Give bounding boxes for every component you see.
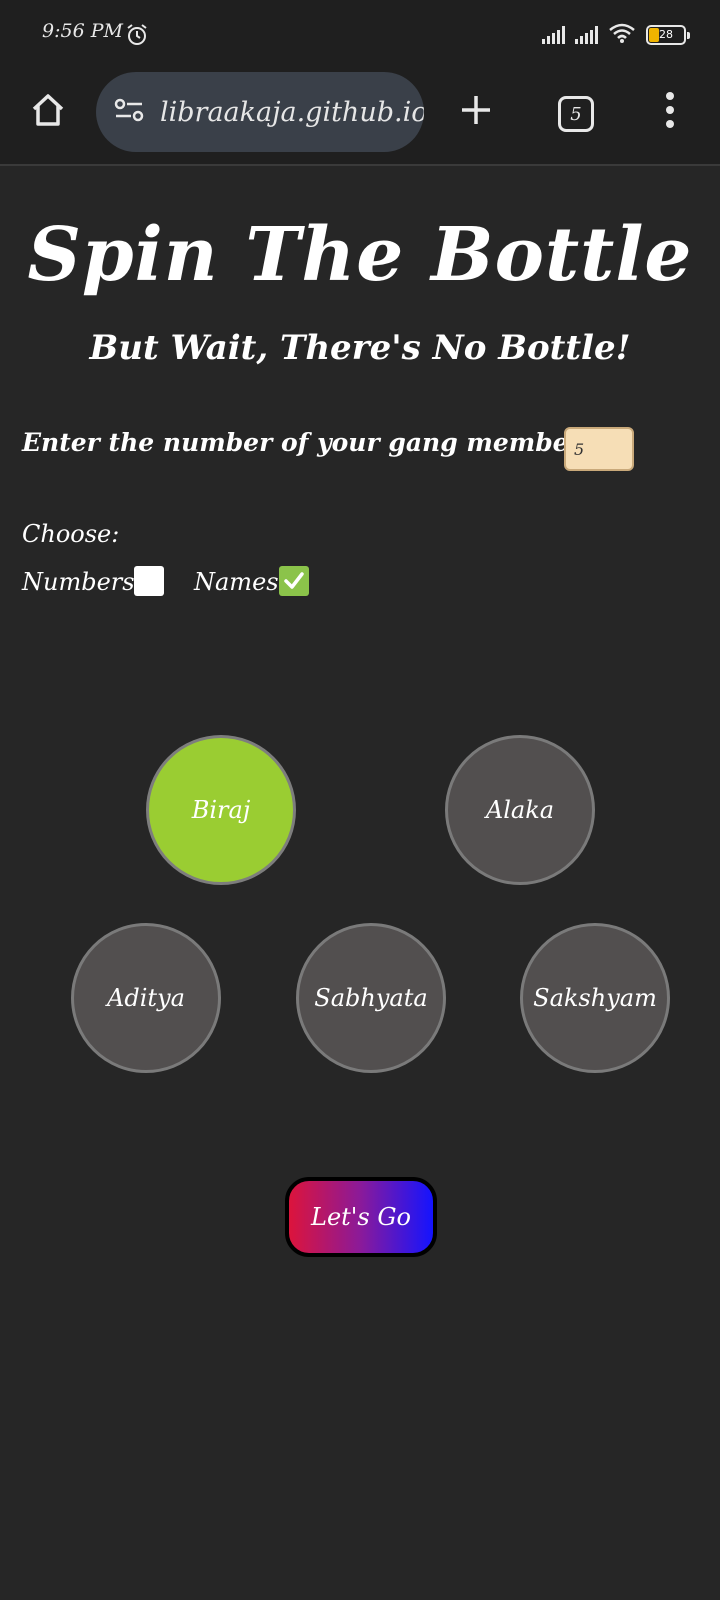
status-time: 9:56 PM [42, 20, 123, 42]
home-icon[interactable] [24, 86, 72, 134]
battery-level: 28 [659, 28, 673, 41]
numbers-checkbox[interactable] [134, 566, 164, 596]
member-circle-sakshyam[interactable]: Sakshyam [520, 923, 670, 1073]
site-settings-icon[interactable] [114, 97, 144, 128]
browser-toolbar: libraakaja.github.io/: 5 [0, 64, 720, 166]
address-bar[interactable]: libraakaja.github.io/: [96, 72, 424, 152]
names-option-label: Names [194, 568, 279, 596]
signal-icon [542, 26, 565, 44]
url-text[interactable]: libraakaja.github.io/: [160, 97, 424, 128]
member-circle-sabhyata[interactable]: Sabhyata [296, 923, 446, 1073]
member-circle-aditya[interactable]: Aditya [71, 923, 221, 1073]
new-tab-icon[interactable] [452, 86, 500, 134]
member-circle-alaka[interactable]: Alaka [445, 735, 595, 885]
alarm-icon [124, 22, 150, 48]
more-menu-icon[interactable] [650, 86, 690, 134]
signal-icon [575, 26, 598, 44]
members-count-label: Enter the number of your gang members: [22, 428, 606, 457]
tab-switcher-button[interactable]: 5 [558, 96, 594, 132]
names-checkbox[interactable] [279, 566, 309, 596]
numbers-option-label: Numbers [22, 568, 135, 596]
lets-go-button[interactable]: Let's Go [285, 1177, 437, 1257]
status-indicators: 28 [542, 22, 690, 49]
status-bar: 9:56 PM 28 [0, 0, 720, 64]
page-content: Spin The Bottle But Wait, There's No Bot… [0, 168, 720, 1600]
choose-label: Choose: [22, 520, 120, 548]
page-subtitle: But Wait, There's No Bottle! [89, 328, 631, 368]
battery-icon: 28 [646, 25, 690, 45]
checkmark-icon [284, 572, 304, 589]
page-title: Spin The Bottle [27, 212, 693, 298]
wifi-icon [608, 22, 636, 49]
member-circle-biraj[interactable]: Biraj [146, 735, 296, 885]
members-count-input[interactable] [564, 427, 634, 471]
